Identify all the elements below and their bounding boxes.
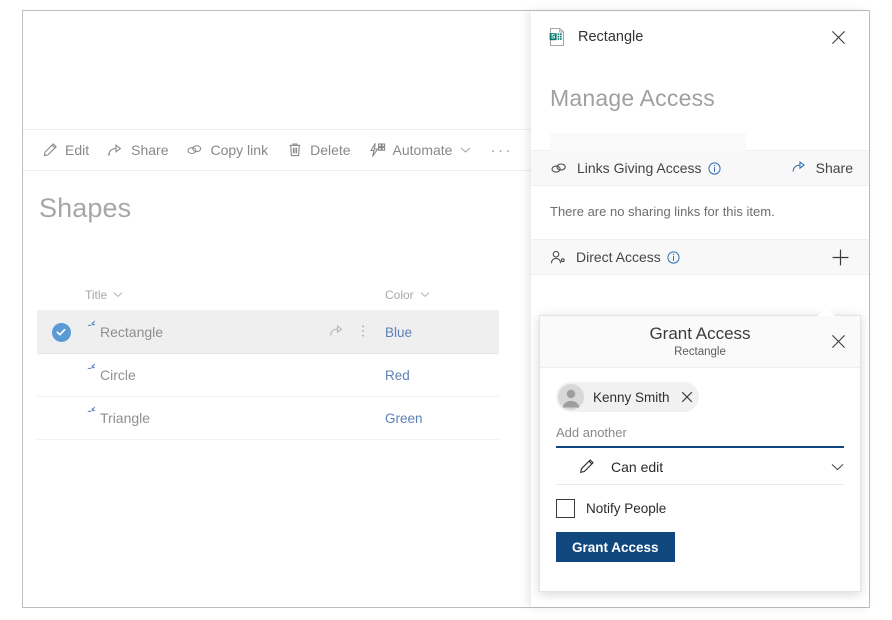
command-automate[interactable]: Automate xyxy=(360,130,481,170)
command-copy-link-label: Copy link xyxy=(210,142,269,158)
row-select-checkbox[interactable] xyxy=(37,322,85,342)
link-icon xyxy=(550,161,568,175)
grant-access-body: Kenny Smith Add another Can edit Notify … xyxy=(540,368,860,562)
row-share-icon[interactable] xyxy=(329,323,345,341)
row-color-cell: Blue xyxy=(385,325,499,340)
row-select-checkbox[interactable] xyxy=(37,366,85,385)
add-direct-access-button[interactable] xyxy=(827,244,853,270)
row-title-cell[interactable]: Circle xyxy=(85,363,385,383)
add-another-input[interactable]: Add another xyxy=(556,425,844,448)
command-delete-label: Delete xyxy=(310,142,351,158)
row-color-label: Green xyxy=(385,410,423,426)
command-edit-label: Edit xyxy=(65,142,90,158)
pencil-icon xyxy=(578,458,595,475)
sharepoint-list-item-icon: S xyxy=(547,27,567,47)
items-list: Title Color Rectangle Blue Circle Red Tr… xyxy=(37,279,499,440)
command-bar: Edit Share Copy link Delete Automate ··· xyxy=(23,129,531,171)
panel-header-title: Rectangle xyxy=(578,29,644,45)
link-icon xyxy=(186,142,203,159)
row-color-label: Red xyxy=(385,367,410,383)
links-share-label: Share xyxy=(815,160,853,176)
permission-label: Can edit xyxy=(611,458,664,475)
automate-icon xyxy=(369,142,386,159)
share-icon xyxy=(791,159,808,177)
command-delete[interactable]: Delete xyxy=(277,130,359,170)
row-color-cell: Red xyxy=(385,368,499,383)
command-overflow-button[interactable]: ··· xyxy=(480,130,523,170)
row-title-cell[interactable]: Rectangle xyxy=(85,320,385,342)
links-share-button[interactable]: Share xyxy=(791,159,853,177)
row-color-label: Blue xyxy=(385,324,413,340)
info-icon[interactable] xyxy=(707,161,721,175)
column-header-color[interactable]: Color xyxy=(385,288,499,302)
column-header-title[interactable]: Title xyxy=(85,288,385,302)
command-edit[interactable]: Edit xyxy=(32,130,98,170)
column-header-title-label: Title xyxy=(85,287,108,302)
manage-access-panel: S Rectangle Manage Access Links Giving A… xyxy=(531,11,869,607)
page-title: Shapes xyxy=(39,193,132,223)
row-title-label: Rectangle xyxy=(100,324,164,340)
list-column-headers: Title Color xyxy=(37,279,499,311)
remove-person-icon[interactable] xyxy=(681,391,693,403)
unchecked-circle-icon xyxy=(52,366,71,385)
chevron-down-icon xyxy=(113,291,123,298)
row-select-checkbox[interactable] xyxy=(37,409,85,428)
links-giving-access-title: Links Giving Access xyxy=(577,160,702,176)
direct-access-section-header: Direct Access xyxy=(531,239,869,275)
pencil-icon xyxy=(41,142,58,159)
person-pill[interactable]: Kenny Smith xyxy=(556,382,699,412)
people-icon xyxy=(550,250,567,265)
table-row[interactable]: Triangle Green xyxy=(37,397,499,440)
table-row[interactable]: Circle Red xyxy=(37,354,499,397)
person-name-label: Kenny Smith xyxy=(593,389,670,405)
notify-people-label: Notify People xyxy=(586,501,667,516)
column-header-color-label: Color xyxy=(385,287,414,302)
info-icon[interactable] xyxy=(667,250,680,264)
grant-access-header: Grant Access Rectangle xyxy=(540,316,860,368)
screenshot-root: Edit Share Copy link Delete Automate ···… xyxy=(0,0,892,620)
list-page-content: Edit Share Copy link Delete Automate ···… xyxy=(23,11,531,607)
no-sharing-links-message: There are no sharing links for this item… xyxy=(550,204,775,219)
grant-access-title: Grant Access xyxy=(649,324,751,344)
new-item-sparkle-icon xyxy=(87,320,99,338)
close-icon[interactable] xyxy=(824,327,852,355)
links-giving-access-section-header: Links Giving Access Share xyxy=(531,150,869,186)
svg-text:S: S xyxy=(551,34,556,41)
row-more-icon[interactable] xyxy=(361,323,365,342)
grant-access-button[interactable]: Grant Access xyxy=(556,532,675,562)
row-title-label: Circle xyxy=(100,367,136,383)
new-item-sparkle-icon xyxy=(87,363,99,381)
grant-access-subtitle: Rectangle xyxy=(674,345,726,358)
panel-loading-placeholder xyxy=(550,133,746,151)
new-item-sparkle-icon xyxy=(87,406,99,424)
table-row[interactable]: Rectangle Blue xyxy=(37,311,499,354)
notify-people-row[interactable]: Notify People xyxy=(556,499,844,518)
command-share-label: Share xyxy=(131,142,169,158)
callout-pointer xyxy=(817,307,835,316)
panel-heading: Manage Access xyxy=(550,85,715,111)
row-title-label: Triangle xyxy=(100,410,151,426)
command-copy-link[interactable]: Copy link xyxy=(177,130,277,170)
direct-access-title: Direct Access xyxy=(576,249,661,265)
close-icon[interactable] xyxy=(823,22,853,52)
grant-access-callout: Grant Access Rectangle Kenny Smith Add a… xyxy=(539,315,861,592)
unchecked-circle-icon xyxy=(52,409,71,428)
panel-header: S Rectangle xyxy=(531,11,869,63)
chevron-down-icon xyxy=(420,291,430,298)
check-circle-icon xyxy=(51,322,71,342)
notify-people-checkbox[interactable] xyxy=(556,499,575,518)
command-share[interactable]: Share xyxy=(98,130,177,170)
chevron-down-icon xyxy=(831,463,844,471)
command-automate-label: Automate xyxy=(392,142,453,158)
row-title-cell[interactable]: Triangle xyxy=(85,406,385,426)
row-color-cell: Green xyxy=(385,411,499,426)
chevron-down-icon xyxy=(460,146,471,154)
person-avatar-icon xyxy=(558,384,584,410)
permission-dropdown[interactable]: Can edit xyxy=(556,449,844,485)
share-icon xyxy=(107,142,124,159)
trash-icon xyxy=(286,142,303,159)
